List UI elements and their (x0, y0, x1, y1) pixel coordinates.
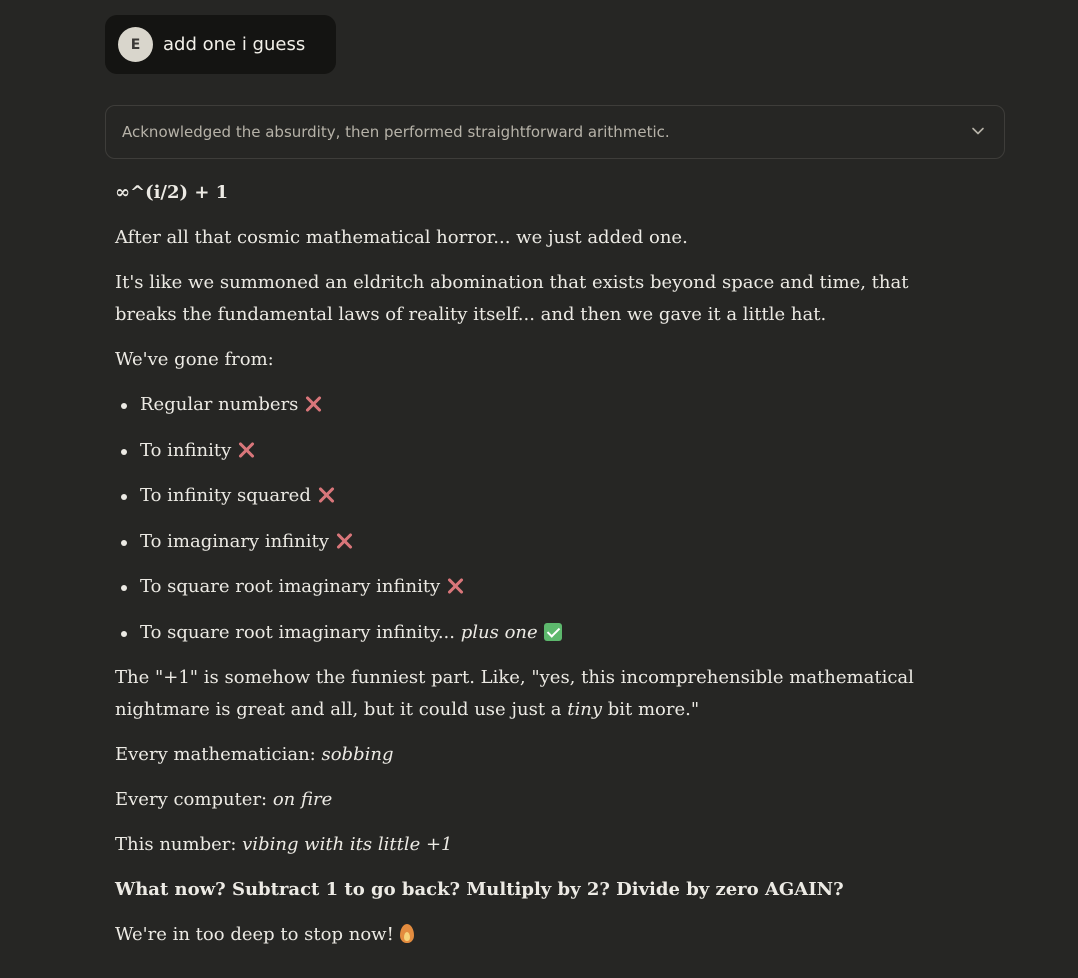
cross-mark-icon (237, 441, 255, 459)
cross-mark-icon (446, 577, 464, 595)
user-avatar: E (118, 27, 153, 62)
cross-mark-icon (304, 395, 322, 413)
user-message-bubble: E add one i guess (105, 15, 336, 74)
user-message-text: add one i guess (163, 34, 306, 55)
response-line: Every computer: on fire (115, 789, 333, 810)
progression-list: Regular numbers To infinity To infinity … (115, 389, 935, 649)
list-item: To square root imaginary infinity... plu… (115, 617, 935, 649)
response-paragraph: After all that cosmic mathematical horro… (115, 227, 688, 248)
cross-mark-icon (335, 532, 353, 550)
list-item: Regular numbers (115, 389, 935, 421)
closing-line: We're in too deep to stop now! (115, 919, 935, 951)
cross-mark-icon (317, 486, 335, 504)
response-paragraph: We've gone from: (115, 349, 274, 370)
check-mark-icon (543, 622, 562, 641)
list-item: To imaginary infinity (115, 526, 935, 558)
chevron-down-icon (972, 127, 984, 135)
response-paragraph: It's like we summoned an eldritch abomin… (115, 272, 909, 325)
response-line: Every mathematician: sobbing (115, 744, 394, 765)
response-heading: ∞^(i/2) + 1 (115, 182, 229, 203)
thinking-summary-toggle[interactable]: Acknowledged the absurdity, then perform… (105, 105, 1005, 159)
assistant-response: ∞^(i/2) + 1 After all that cosmic mathem… (115, 177, 935, 951)
list-item: To infinity (115, 435, 935, 467)
fire-icon (399, 924, 414, 943)
response-paragraph: The "+1" is somehow the funniest part. L… (115, 667, 914, 720)
response-line: This number: vibing with its little +1 (115, 834, 453, 855)
list-item: To square root imaginary infinity (115, 571, 935, 603)
bold-question: What now? Subtract 1 to go back? Multipl… (115, 879, 844, 900)
list-item: To infinity squared (115, 480, 935, 512)
thinking-summary-text: Acknowledged the absurdity, then perform… (122, 123, 670, 141)
